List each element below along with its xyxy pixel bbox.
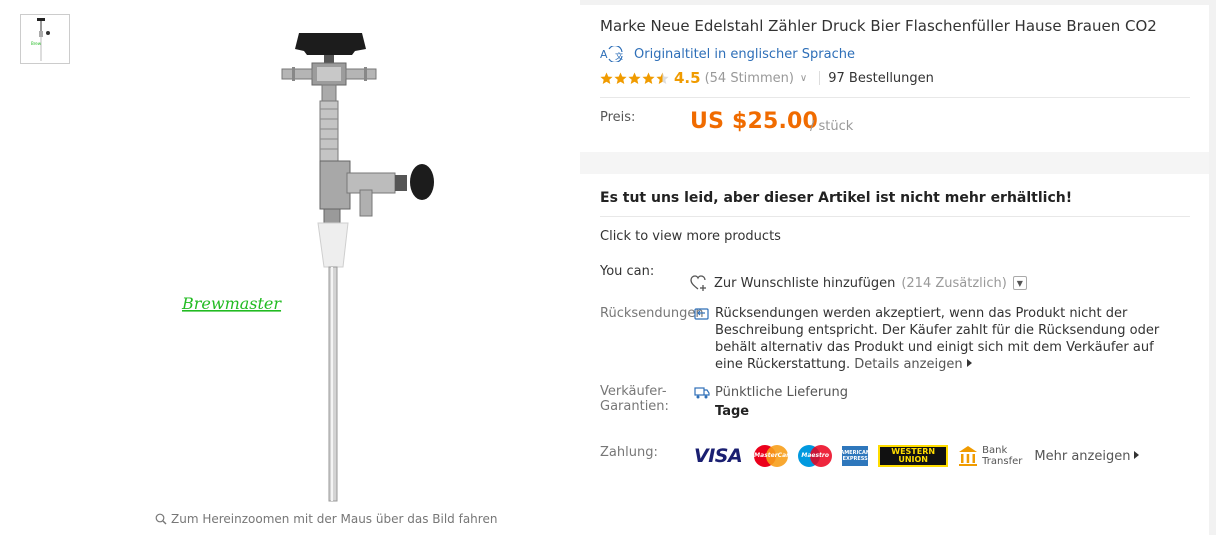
- more-payments-label[interactable]: Mehr anzeigen: [1034, 449, 1130, 464]
- visa-logo: VISA: [694, 445, 743, 467]
- caret-right-icon: [966, 359, 972, 367]
- caret-right-icon: [1134, 450, 1140, 459]
- price-label: Preis:: [600, 110, 636, 125]
- orders-count: 97 Bestellungen: [828, 70, 934, 86]
- wu-line2: UNION: [898, 455, 928, 464]
- returns-details-link[interactable]: Details anzeigen: [854, 357, 972, 372]
- maestro-logo: Maestro: [798, 445, 833, 467]
- chevron-down-icon[interactable]: ∨: [800, 73, 807, 84]
- on-time-delivery: Pünktliche Lieferung: [694, 383, 848, 402]
- brewmaster-watermark: Brewmaster: [181, 294, 282, 313]
- guarantee-label-line1: Verkäufer-: [600, 384, 667, 399]
- amex-logo: AMERICAN EXPRESS: [840, 446, 870, 466]
- rating-votes[interactable]: (54 Stimmen): [705, 71, 794, 86]
- star-icon: [628, 72, 641, 84]
- half-star-icon: [656, 72, 669, 84]
- price-unit: / stück: [810, 119, 854, 134]
- product-main-image[interactable]: Brewmaster: [142, 5, 517, 505]
- product-detail: Marke Neue Edelstahl Zähler Druck Bier F…: [580, 5, 1209, 535]
- product-gallery: Brew Brewmaster Zum Hereinzoomen mit der…: [0, 0, 580, 535]
- payment-label: Zahlung:: [600, 445, 658, 460]
- guarantee-label-line2: Garantien:: [600, 399, 669, 414]
- bank-transfer-logo: Bank Transfer: [958, 445, 1022, 467]
- svg-text:文: 文: [615, 51, 623, 61]
- rating-score: 4.5: [674, 69, 701, 87]
- divider: [600, 97, 1190, 98]
- divider: [600, 216, 1190, 217]
- section-band: [580, 152, 1209, 174]
- western-union-text: WESTERN UNION: [891, 448, 935, 464]
- rating-stars: [600, 72, 669, 85]
- zoom-hint: Zum Hereinzoomen mit der Maus über das B…: [155, 512, 497, 526]
- guarantee-label: Verkäufer- Garantien:: [600, 384, 669, 414]
- divider: [819, 71, 821, 85]
- bank-icon: [959, 446, 978, 466]
- original-title-text[interactable]: Originaltitel in englischer Sprache: [634, 47, 855, 62]
- returns-policy: Rücksendungen werden akzeptiert, wenn da…: [694, 305, 1174, 373]
- delivery-days: Tage: [715, 404, 750, 419]
- wishlist-label[interactable]: Zur Wunschliste hinzufügen: [714, 276, 895, 291]
- bank-line1: Bank: [982, 445, 1008, 456]
- bank-line2: Transfer: [982, 456, 1023, 467]
- western-union-logo: WESTERN UNION: [878, 445, 949, 467]
- rating-row: 4.5 (54 Stimmen) ∨ 97 Bestellungen: [600, 69, 934, 87]
- magnifier-icon: [155, 513, 167, 525]
- svg-text:Brew: Brew: [31, 41, 42, 46]
- heart-plus-icon: [690, 275, 706, 291]
- star-icon: [642, 72, 655, 84]
- returns-label: Rücksendungen: [600, 306, 704, 321]
- svg-text:A: A: [600, 48, 608, 61]
- bank-transfer-text: Bank Transfer: [982, 445, 1022, 467]
- unavailable-message: Es tut uns leid, aber dieser Artikel ist…: [600, 190, 1073, 206]
- price-value: US $25.00: [690, 109, 819, 134]
- product-thumbnail[interactable]: Brew: [20, 14, 70, 64]
- translate-icon: A 文: [600, 46, 623, 62]
- maestro-text: Maestro: [801, 452, 829, 459]
- wishlist-button[interactable]: Zur Wunschliste hinzufügen (214 Zusätzli…: [690, 275, 1027, 291]
- thumbnail-image: Brew: [21, 15, 69, 63]
- wishlist-count: (214 Zusätzlich): [901, 275, 1007, 291]
- chevron-down-icon[interactable]: ▼: [1012, 276, 1027, 290]
- star-icon: [614, 72, 627, 84]
- mastercard-logo: MasterCard: [754, 445, 794, 467]
- delivery-truck-icon: [694, 387, 710, 399]
- returns-icon: [694, 308, 709, 320]
- star-icon: [600, 72, 613, 84]
- product-title: Marke Neue Edelstahl Zähler Druck Bier F…: [600, 17, 1157, 35]
- you-can-label: You can:: [600, 264, 655, 279]
- more-payments-link[interactable]: Mehr anzeigen: [1034, 449, 1140, 464]
- page-scrollbar[interactable]: [1209, 0, 1216, 535]
- mastercard-text: MasterCard: [754, 452, 794, 459]
- view-more-products-link[interactable]: Click to view more products: [600, 229, 781, 244]
- beer-bottle-filler-image: Brewmaster: [142, 5, 517, 505]
- returns-text-block: Rücksendungen werden akzeptiert, wenn da…: [715, 305, 1174, 373]
- payment-methods: VISA MasterCard Maestro AMERICAN EXPRESS…: [694, 441, 1140, 471]
- returns-details-label[interactable]: Details anzeigen: [854, 357, 962, 372]
- on-time-delivery-text: Pünktliche Lieferung: [715, 385, 848, 400]
- original-title-link[interactable]: A 文 Originaltitel in englischer Sprache: [600, 46, 855, 62]
- zoom-hint-text: Zum Hereinzoomen mit der Maus über das B…: [171, 512, 498, 526]
- seller-guarantees: Pünktliche Lieferung Tage: [694, 383, 848, 421]
